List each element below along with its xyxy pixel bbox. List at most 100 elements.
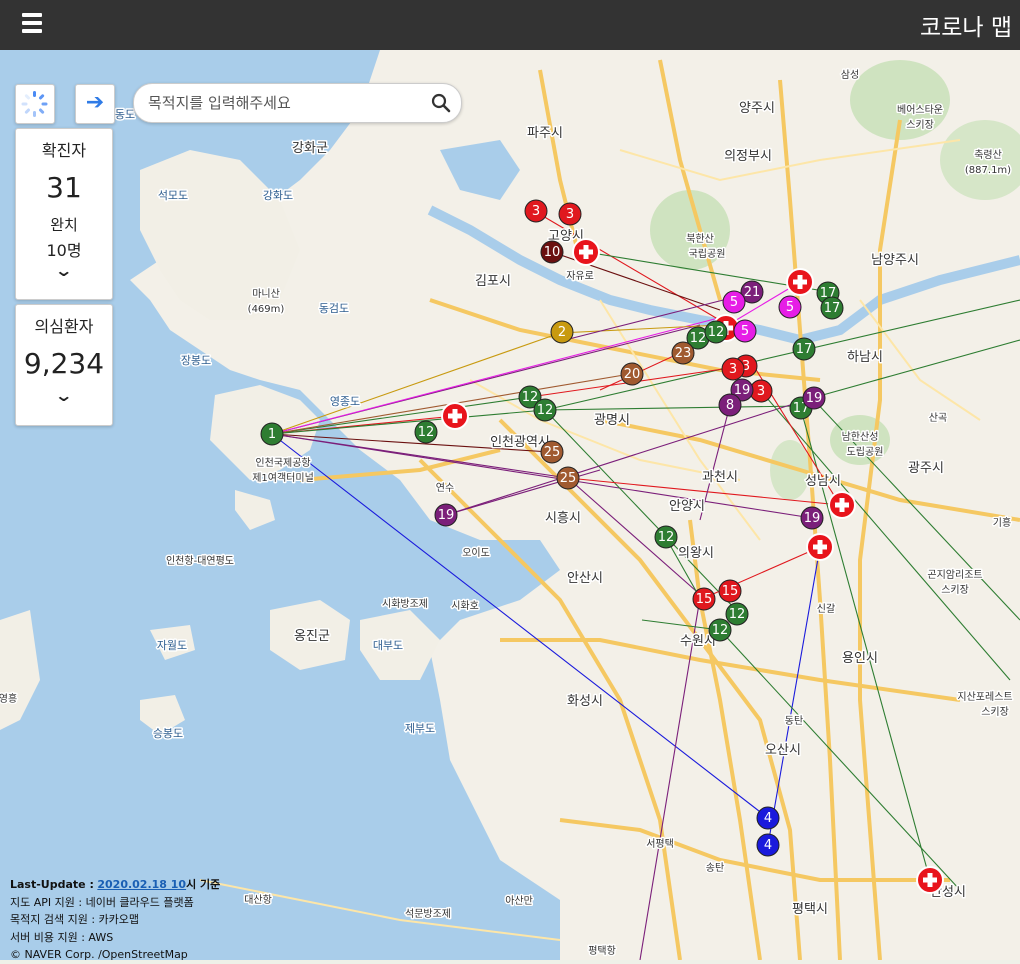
svg-text:강화군: 강화군: [292, 141, 328, 156]
marker-label: 4: [764, 838, 772, 853]
recovered-label: 완치: [50, 216, 78, 234]
svg-text:오이도: 오이도: [462, 547, 490, 559]
patient-marker[interactable]: 3: [524, 199, 548, 223]
marker-label: 19: [804, 511, 821, 526]
magnifier-icon[interactable]: [431, 93, 451, 113]
footer-credits: Last-Update : 2020.02.18 10시 기준 지도 API 지…: [10, 876, 220, 964]
svg-text:지산포레스트: 지산포레스트: [957, 691, 1012, 703]
patient-marker[interactable]: 19: [802, 386, 826, 410]
svg-text:축령산: 축령산: [974, 149, 1002, 161]
hospital-icon: [786, 268, 814, 296]
map-canvas[interactable]: 강화군 파주시 양주시 의정부시 남양주시 김포시 고양시 자유로 인천광역시 …: [0, 50, 1020, 960]
map-svg: 강화군 파주시 양주시 의정부시 남양주시 김포시 고양시 자유로 인천광역시 …: [0, 50, 1020, 960]
marker-label: 10: [544, 245, 561, 260]
marker-label: 3: [532, 204, 540, 219]
patient-marker[interactable]: 15: [692, 587, 716, 611]
svg-text:과천시: 과천시: [702, 470, 738, 485]
hamburger-icon[interactable]: [18, 9, 48, 39]
patient-marker[interactable]: 2: [550, 320, 574, 344]
svg-text:의왕시: 의왕시: [678, 546, 714, 561]
svg-text:옹진군: 옹진군: [294, 629, 330, 644]
patient-marker[interactable]: 25: [556, 466, 580, 490]
patient-marker[interactable]: 12: [533, 398, 557, 422]
patient-marker[interactable]: 10: [540, 240, 564, 264]
patient-marker[interactable]: 5: [778, 295, 802, 319]
marker-label: 12: [658, 530, 675, 545]
patient-marker[interactable]: 15: [718, 579, 742, 603]
patient-marker[interactable]: 12: [414, 420, 438, 444]
marker-label: 5: [786, 300, 794, 315]
patient-marker[interactable]: 12: [704, 320, 728, 344]
svg-text:영흥: 영흥: [0, 692, 17, 705]
marker-label: 12: [729, 607, 746, 622]
search-input[interactable]: [146, 90, 430, 116]
svg-text:평택시: 평택시: [792, 902, 828, 917]
svg-text:제부도: 제부도: [405, 722, 435, 735]
svg-text:동검도: 동검도: [319, 302, 349, 315]
chevron-down-icon[interactable]: ⌄: [55, 263, 74, 279]
hospital-icon: [806, 533, 834, 561]
marker-label: 1: [268, 427, 276, 442]
patient-marker[interactable]: 8: [718, 393, 742, 417]
patient-marker[interactable]: 19: [800, 506, 824, 530]
svg-text:송탄: 송탄: [706, 862, 724, 874]
svg-text:영종도: 영종도: [330, 395, 360, 408]
svg-text:오산시: 오산시: [765, 743, 801, 758]
svg-text:파주시: 파주시: [527, 126, 563, 141]
update-link[interactable]: 2020.02.18 10: [97, 878, 186, 891]
patient-marker[interactable]: 3: [558, 202, 582, 226]
svg-text:(887.1m): (887.1m): [965, 165, 1011, 176]
patient-marker[interactable]: 5: [733, 319, 757, 343]
confirmed-card: 확진자 31 완치 10명 ⌄: [15, 128, 113, 300]
hospital-icon: [441, 402, 469, 430]
svg-text:연수: 연수: [436, 482, 454, 494]
search-box: [133, 83, 462, 123]
suspected-card: 의심환자 9,234 ⌄: [15, 304, 113, 426]
patient-marker[interactable]: 4: [756, 833, 780, 857]
patient-marker[interactable]: 23: [671, 341, 695, 365]
confirmed-count: 31: [46, 171, 82, 204]
svg-text:제1여객터미널: 제1여객터미널: [252, 472, 314, 484]
patient-marker[interactable]: 1: [260, 422, 284, 446]
loading-spinner-button[interactable]: [15, 84, 55, 124]
patient-marker[interactable]: 20: [620, 362, 644, 386]
chevron-down-icon[interactable]: ⌄: [55, 388, 74, 404]
svg-text:장봉도: 장봉도: [181, 354, 211, 367]
svg-text:성남시: 성남시: [805, 474, 841, 489]
marker-label: 3: [566, 207, 574, 222]
marker-label: 21: [744, 285, 761, 300]
svg-text:남한산성: 남한산성: [842, 431, 879, 443]
patient-marker[interactable]: 12: [654, 525, 678, 549]
marker-label: 20: [624, 367, 641, 382]
patient-marker[interactable]: 17: [820, 296, 844, 320]
patient-marker[interactable]: 19: [434, 503, 458, 527]
patient-marker[interactable]: 5: [722, 290, 746, 314]
patient-marker[interactable]: 3: [721, 357, 745, 381]
app-title: 코로나 맵: [920, 15, 1012, 41]
marker-label: 12: [712, 623, 729, 638]
patient-marker[interactable]: 25: [540, 440, 564, 464]
recovered-count: 10명: [46, 241, 82, 260]
svg-text:의정부시: 의정부시: [724, 149, 772, 164]
marker-label: 15: [722, 584, 739, 599]
patient-marker[interactable]: 4: [756, 806, 780, 830]
svg-text:시화호: 시화호: [451, 600, 479, 612]
patient-marker[interactable]: 12: [708, 618, 732, 642]
svg-text:곤지암리조트: 곤지암리조트: [927, 569, 982, 581]
svg-text:강화도: 강화도: [263, 189, 293, 202]
marker-label: 5: [741, 324, 749, 339]
credit-search: 목적지 검색 지원 : 카카오맵: [10, 913, 140, 926]
patient-marker[interactable]: 17: [792, 337, 816, 361]
svg-text:광명시: 광명시: [594, 413, 630, 428]
svg-text:베어스타운: 베어스타운: [897, 104, 943, 116]
update-label: Last-Update :: [10, 878, 94, 891]
patient-marker[interactable]: 12: [725, 602, 749, 626]
marker-label: 15: [696, 592, 713, 607]
svg-text:인천항-대연평도: 인천항-대연평도: [166, 555, 234, 567]
marker-label: 25: [544, 445, 561, 460]
svg-text:대산항: 대산항: [244, 894, 272, 906]
hospital-icon: [828, 491, 856, 519]
svg-text:평택항: 평택항: [588, 945, 616, 957]
credit-osm: © NAVER Corp. /OpenStreetMap: [10, 948, 188, 961]
go-button[interactable]: ➔: [75, 84, 115, 124]
